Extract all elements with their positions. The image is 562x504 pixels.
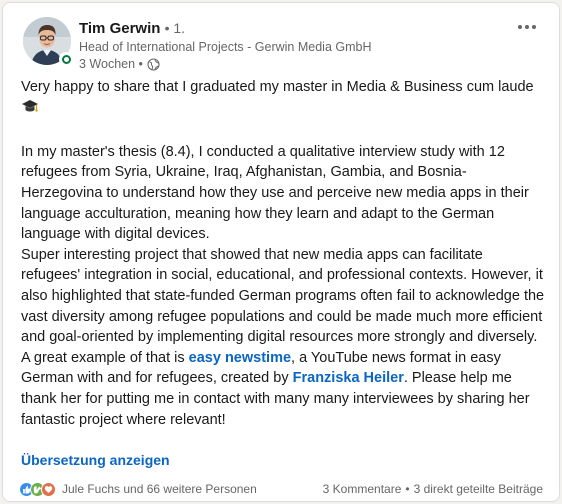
author-name-line: Tim Gerwin • 1.	[79, 19, 372, 38]
post-intro: Very happy to share that I graduated my …	[21, 77, 545, 121]
globe-icon	[147, 58, 160, 71]
post-paragraph-example: A great example of that is easy newstime…	[21, 348, 545, 430]
author-headline: Head of International Projects - Gerwin …	[79, 40, 372, 54]
post-paragraph-thesis: In my master's thesis (8.4), I conducted…	[21, 143, 529, 243]
feed-post-card: Tim Gerwin • 1. Head of International Pr…	[2, 2, 560, 502]
graduation-cap-icon	[21, 99, 39, 122]
engagement-counts: 3 Kommentare • 3 direkt geteilte Beiträg…	[323, 482, 543, 496]
franziska-heiler-link[interactable]: Franziska Heiler	[293, 370, 404, 386]
online-status-icon	[59, 52, 73, 66]
more-options-button[interactable]	[511, 15, 543, 39]
post-body: Very happy to share that I graduated my …	[21, 77, 545, 430]
easy-newstime-link[interactable]: easy newstime	[189, 350, 291, 366]
support-icon	[41, 481, 56, 497]
more-horizontal-icon	[518, 25, 522, 29]
post-timestamp: 3 Wochen •	[79, 56, 372, 73]
author-avatar[interactable]	[23, 17, 73, 66]
author-name[interactable]: Tim Gerwin	[79, 20, 160, 37]
reposts-count[interactable]: 3 direkt geteilte Beiträge	[414, 482, 543, 496]
example-text-a: A great example of that is	[21, 349, 189, 366]
post-time: 3 Wochen •	[79, 57, 143, 71]
social-counts: Jule Fuchs und 66 weitere Personen 3 Kom…	[19, 479, 543, 499]
reactions-summary[interactable]	[19, 481, 56, 497]
post-intro-text: Very happy to share that I graduated my …	[21, 79, 534, 95]
comments-count[interactable]: 3 Kommentare	[323, 482, 402, 496]
show-translation-button[interactable]: Übersetzung anzeigen	[21, 452, 170, 468]
post-paragraph-findings: Super interesting project that showed th…	[21, 246, 545, 346]
counts-separator: •	[405, 482, 410, 496]
connection-degree: • 1.	[164, 20, 186, 36]
post-header: Tim Gerwin • 1. Head of International Pr…	[19, 15, 547, 71]
author-meta: Tim Gerwin • 1. Head of International Pr…	[79, 19, 372, 73]
reactors-text[interactable]: Jule Fuchs und 66 weitere Personen	[62, 482, 257, 496]
